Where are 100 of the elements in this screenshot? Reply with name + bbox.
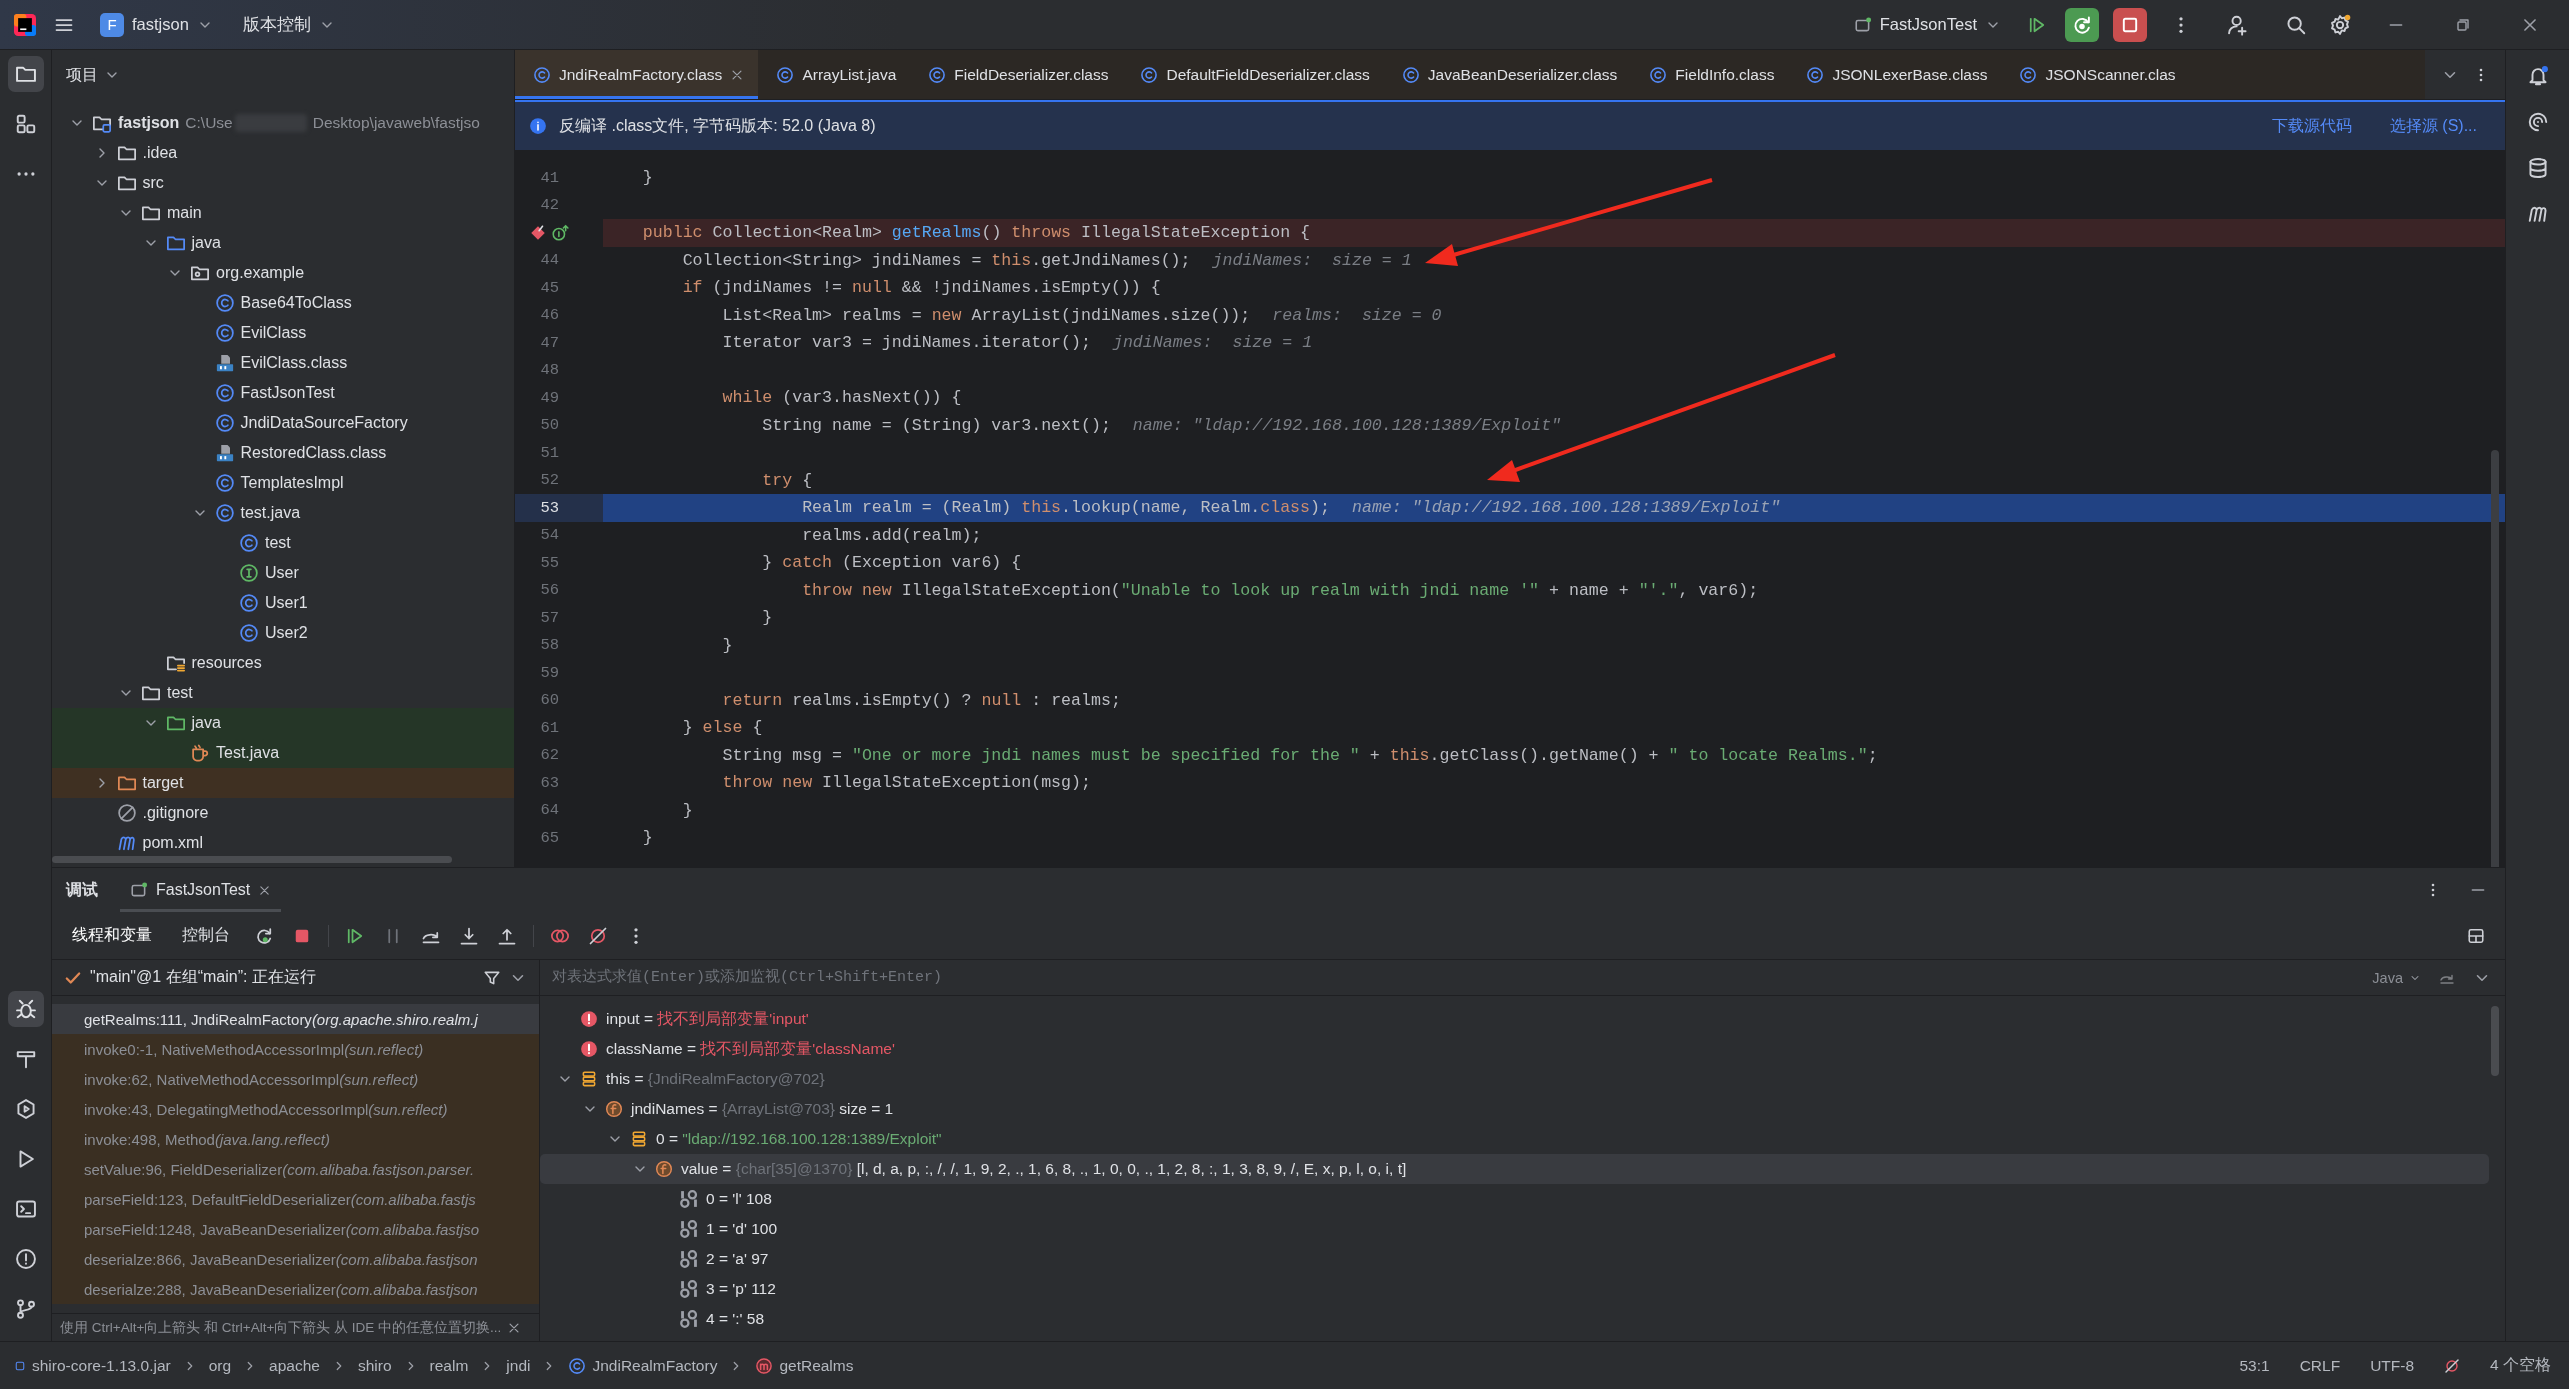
- scrollbar[interactable]: [52, 856, 452, 863]
- tree-item[interactable]: User2: [52, 618, 514, 648]
- project-tool-icon[interactable]: [7, 56, 44, 92]
- line-separator[interactable]: CRLF: [2299, 1356, 2341, 1375]
- line-number: 50: [539, 416, 559, 435]
- breadcrumb[interactable]: getRealms: [755, 1356, 854, 1375]
- code-token: throws: [1011, 223, 1072, 243]
- tree-item[interactable]: JndiDataSourceFactory: [52, 408, 514, 438]
- tab[interactable]: 控制台: [174, 919, 238, 952]
- debug-tab[interactable]: FastJsonTest: [120, 868, 282, 912]
- stop-button[interactable]: [2113, 7, 2147, 42]
- editor-tab[interactable]: JavaBeanDeserializer.class: [1383, 50, 1632, 99]
- tab[interactable]: 线程和变量: [64, 919, 160, 952]
- scrollbar[interactable]: [2491, 1006, 2499, 1076]
- rerun-button[interactable]: [2065, 7, 2099, 42]
- breadcrumb[interactable]: shiro-core-1.13.0.jar: [14, 1356, 171, 1375]
- file-encoding[interactable]: UTF-8: [2370, 1356, 2415, 1375]
- tree-item[interactable]: main: [52, 198, 514, 228]
- editor-tab[interactable]: JndiRealmFactory.class: [515, 50, 759, 99]
- code-token: (var3.hasNext()) {: [781, 388, 962, 408]
- class-icon: [214, 323, 235, 343]
- tree-item[interactable]: Base64ToClass: [52, 288, 514, 318]
- link[interactable]: 选择源 (S)...: [2389, 115, 2477, 137]
- panel-title[interactable]: 项目: [66, 64, 120, 86]
- code-token: (Exception var6) {: [841, 553, 1022, 573]
- variable-row[interactable]: value = {char[35]@1370} [l, d, a, p, :, /, /, 1, 9, 2, ., 1, 6, 8, ., 1, 0, 0, ., 1, 2, 8, :, 1, 3, 8, 9, /, E, x, p, l, o, i, t]: [540, 1154, 2489, 1184]
- variable-row[interactable]: 4 = ':' 58: [540, 1304, 2489, 1334]
- tree-item[interactable]: src: [52, 168, 514, 198]
- tree-item[interactable]: java: [52, 708, 514, 738]
- variable-row[interactable]: 0 = 'l' 108: [540, 1184, 2489, 1214]
- variable-row[interactable]: 1 = 'd' 100: [540, 1214, 2489, 1244]
- tree-item[interactable]: target: [52, 768, 514, 798]
- tree-item[interactable]: Test.java: [52, 738, 514, 768]
- tree-item[interactable]: pom.xml: [52, 828, 514, 858]
- stack-frame[interactable]: invoke:43, DelegatingMethodAccessorImpl(sun.reflect): [52, 1094, 539, 1124]
- tree-item[interactable]: org.example: [52, 258, 514, 288]
- code-token: String name = (String) var3.next();: [761, 415, 1111, 435]
- tree-item[interactable]: User: [52, 558, 514, 588]
- tree-item[interactable]: test: [52, 528, 514, 558]
- vcs-menu[interactable]: 版本控制: [234, 7, 343, 42]
- editor-tab[interactable]: FieldInfo.class: [1631, 50, 1789, 99]
- language-selector[interactable]: Java: [2372, 969, 2421, 986]
- tree-item[interactable]: TemplatesImpl: [52, 468, 514, 498]
- breadcrumb[interactable]: org: [208, 1356, 232, 1375]
- caret-position[interactable]: 53:1: [2239, 1356, 2270, 1375]
- stack-frame[interactable]: deserialze:288, JavaBeanDeserializer(com.alibaba.fastjson: [52, 1274, 539, 1304]
- tree-item[interactable]: .idea: [52, 138, 514, 168]
- tree-item[interactable]: User1: [52, 588, 514, 618]
- stack-frame[interactable]: invoke:498, Method(java.lang.reflect): [52, 1124, 539, 1154]
- expression-field[interactable]: 对表达式求值(Enter)或添加监视(Ctrl+Shift+Enter): [550, 960, 2355, 995]
- readonly-icon[interactable]: [2444, 1357, 2461, 1374]
- editor-tab[interactable]: FieldDeserializer.class: [910, 50, 1123, 99]
- code-token: {: [751, 718, 763, 738]
- breadcrumb[interactable]: shiro: [357, 1356, 392, 1375]
- variable-row[interactable]: input = 找不到局部变量'input': [540, 1004, 2489, 1034]
- breadcrumb[interactable]: realm: [429, 1356, 469, 1375]
- implements-icon[interactable]: [551, 223, 569, 242]
- stack-frame[interactable]: invoke0:-1, NativeMethodAccessorImpl(sun.reflect): [52, 1034, 539, 1064]
- close-icon[interactable]: [258, 883, 272, 897]
- tree-item[interactable]: EvilClass: [52, 318, 514, 348]
- editor-tab[interactable]: JSONLexerBase.class: [1788, 50, 2002, 99]
- tree-item[interactable]: FastJsonTest: [52, 378, 514, 408]
- run-configuration[interactable]: FastJsonTest: [1845, 9, 2009, 40]
- tree-item[interactable]: RestoredClass.class: [52, 438, 514, 468]
- variable-row[interactable]: className = 找不到局部变量'className': [540, 1034, 2489, 1064]
- code-token: IllegalStateException(: [900, 580, 1121, 600]
- breadcrumb[interactable]: jndi: [506, 1356, 531, 1375]
- variable-row[interactable]: this = {JndiRealmFactory@702}: [540, 1064, 2489, 1094]
- debug-tool-icon[interactable]: [7, 991, 44, 1027]
- code-token: new: [931, 305, 962, 325]
- stack-frame[interactable]: parseField:123, DefaultFieldDeserializer(com.alibaba.fastjs: [52, 1184, 539, 1214]
- link[interactable]: 下载源代码: [2271, 115, 2352, 137]
- thread-selector[interactable]: "main"@1 在组“main”: 正在运行: [52, 960, 539, 996]
- breadcrumb[interactable]: JndiRealmFactory: [568, 1356, 718, 1375]
- breadcrumb[interactable]: apache: [269, 1356, 320, 1375]
- editor-tab[interactable]: DefaultFieldDeserializer.class: [1122, 50, 1384, 99]
- line-number: 48: [539, 361, 559, 380]
- tree-item[interactable]: test.java: [52, 498, 514, 528]
- tree-item[interactable]: .gitignore: [52, 798, 514, 828]
- variable-row[interactable]: 2 = 'a' 97: [540, 1244, 2489, 1274]
- tree-item[interactable]: fastjson C:\Use Desktop\javaweb\fastjso: [52, 108, 514, 138]
- variable-row[interactable]: 0 = "ldap://192.168.100.128:1389/Exploit": [540, 1124, 2489, 1154]
- tree-item[interactable]: EvilClass.class: [52, 348, 514, 378]
- variable-row[interactable]: 3 = 'p' 112: [540, 1274, 2489, 1304]
- tree-item[interactable]: java: [52, 228, 514, 258]
- stack-frame[interactable]: parseField:1248, JavaBeanDeserializer(com.alibaba.fastjso: [52, 1214, 539, 1244]
- tree-item[interactable]: test: [52, 678, 514, 708]
- indent-setting[interactable]: 4 个空格: [2490, 1355, 2551, 1376]
- app-logo[interactable]: [14, 13, 36, 36]
- stack-frame[interactable]: invoke:62, NativeMethodAccessorImpl(sun.reflect): [52, 1064, 539, 1094]
- stack-frame[interactable]: getRealms:111, JndiRealmFactory(org.apache.shiro.realm.j: [52, 1004, 539, 1034]
- project-switcher[interactable]: F fastjson: [92, 6, 221, 43]
- editor-tab[interactable]: ArrayList.java: [758, 50, 911, 99]
- stack-frame[interactable]: deserialze:866, JavaBeanDeserializer(com.alibaba.fastjson: [52, 1244, 539, 1274]
- breakpoint-icon[interactable]: [529, 223, 547, 242]
- editor-tab[interactable]: JSONScanner.clas: [2001, 50, 2190, 99]
- tree-item[interactable]: resources: [52, 648, 514, 678]
- scrollbar[interactable]: [2491, 450, 2499, 867]
- stack-frame[interactable]: setValue:96, FieldDeserializer(com.alibaba.fastjson.parser.: [52, 1154, 539, 1184]
- variable-row[interactable]: jndiNames = {ArrayList@703} size = 1: [540, 1094, 2489, 1124]
